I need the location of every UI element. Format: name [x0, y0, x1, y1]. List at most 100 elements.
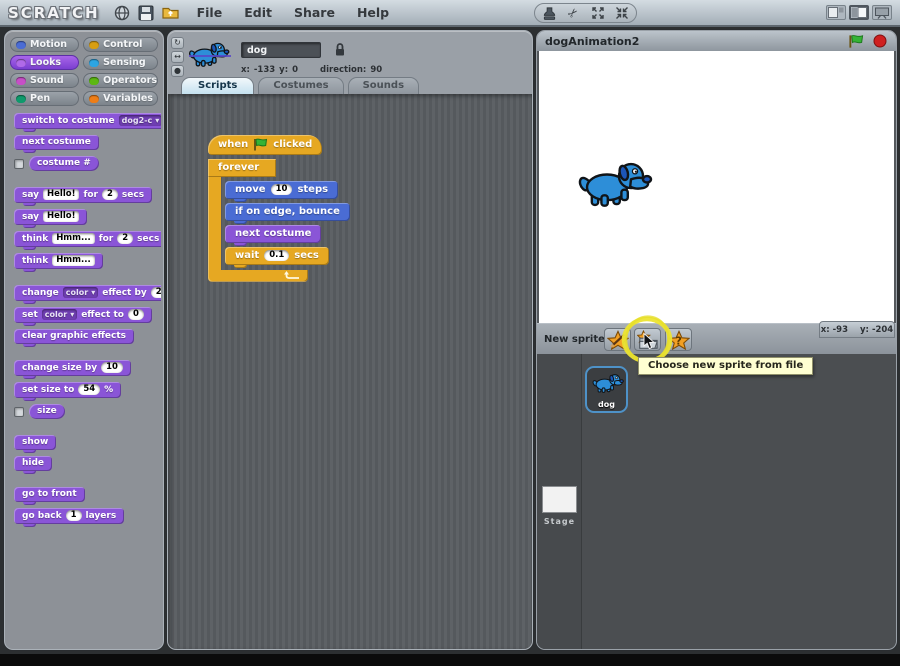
effect-dropdown2[interactable]: color▾: [42, 309, 77, 320]
category-selector: Motion Control Looks Sensing Sound Opera…: [5, 31, 163, 112]
script-editor-panel: ↻ ↔ ● dog x:-133 y:0 direction:90 Script…: [167, 30, 533, 650]
hide-block[interactable]: hide: [14, 456, 52, 471]
size-checkbox[interactable]: [14, 407, 24, 417]
size-amount-input[interactable]: 10: [101, 362, 123, 373]
show-block[interactable]: show: [14, 435, 56, 450]
choose-sprite-from-file-button[interactable]: [634, 328, 661, 351]
think-secs-input[interactable]: 2: [117, 233, 133, 244]
go-to-front-block[interactable]: go to front: [14, 487, 85, 502]
stage-canvas[interactable]: [539, 51, 894, 323]
view-mode-buttons: [826, 5, 892, 20]
script-stack: when clicked forever move10steps if on e…: [208, 132, 350, 282]
green-flag-icon: [253, 138, 268, 151]
category-sound[interactable]: Sound: [10, 73, 79, 88]
category-looks[interactable]: Looks: [10, 55, 79, 70]
dog-sprite-on-stage[interactable]: [575, 156, 655, 209]
sprite-position-readout: x:-133 y:0 direction:90: [241, 65, 382, 75]
effect-dropdown[interactable]: color▾: [63, 287, 98, 298]
project-title: dogAnimation2: [545, 35, 840, 48]
rotation-style-buttons: ↻ ↔ ●: [171, 37, 184, 77]
size-value-input[interactable]: 54: [78, 384, 100, 395]
rotate-freely-icon[interactable]: ↻: [171, 37, 184, 49]
sprite-thumbnail: [187, 39, 233, 69]
presentation-mode-button[interactable]: [872, 5, 892, 20]
lock-icon[interactable]: [334, 42, 346, 61]
size-reporter[interactable]: size: [29, 404, 65, 419]
sprite-name-field[interactable]: dog: [241, 42, 321, 58]
duplicate-stamp-icon[interactable]: [540, 5, 559, 21]
say-block[interactable]: sayHello!: [14, 209, 87, 225]
scripts-workspace[interactable]: when clicked forever move10steps if on e…: [168, 94, 532, 649]
category-sensing[interactable]: Sensing: [83, 55, 158, 70]
wait-secs-block[interactable]: wait0.1secs: [225, 247, 329, 265]
stage-thumbnail[interactable]: [542, 486, 577, 513]
change-size-block[interactable]: change size by10: [14, 360, 131, 376]
switch-to-costume-block[interactable]: switch to costumedog2-c▾: [14, 113, 161, 129]
scratch-window: SCRATCH File Edit Share Help ✂: [0, 0, 900, 666]
set-effect-block[interactable]: setcolor▾effect to0: [14, 307, 152, 323]
surprise-sprite-button[interactable]: ?: [665, 328, 692, 351]
think-text-input[interactable]: Hmm...: [52, 233, 95, 244]
think-for-secs-block[interactable]: thinkHmm...for2secs: [14, 231, 161, 247]
paint-new-sprite-button[interactable]: [604, 328, 631, 351]
next-costume-block[interactable]: next costume: [14, 135, 99, 150]
costume-number-reporter[interactable]: costume #: [29, 156, 99, 171]
control-color-pill: [89, 41, 99, 49]
tab-sounds[interactable]: Sounds: [348, 77, 419, 95]
menu-file[interactable]: File: [197, 5, 223, 20]
costume-dropdown[interactable]: dog2-c▾: [119, 115, 161, 126]
stage-label: Stage: [537, 517, 582, 526]
stop-button[interactable]: [872, 34, 888, 49]
category-motion[interactable]: Motion: [10, 37, 79, 52]
say-for-secs-block[interactable]: sayHello!for2secs: [14, 187, 152, 203]
clear-graphic-effects-block[interactable]: clear graphic effects: [14, 329, 134, 344]
when-green-flag-clicked-block[interactable]: when clicked: [208, 135, 322, 155]
pen-color-pill: [16, 95, 26, 103]
go-back-layers-block[interactable]: go back1layers: [14, 508, 124, 524]
motion-color-pill: [16, 41, 26, 49]
set-size-block[interactable]: set size to54%: [14, 382, 121, 398]
category-control[interactable]: Control: [83, 37, 158, 52]
menu-edit[interactable]: Edit: [244, 5, 272, 20]
if-on-edge-bounce-block[interactable]: if on edge, bounce: [225, 203, 350, 221]
say-text-input[interactable]: Hello!: [43, 189, 79, 200]
think-text-input2[interactable]: Hmm...: [52, 255, 95, 266]
open-project-folder-icon[interactable]: [162, 4, 179, 21]
costume-number-checkbox[interactable]: [14, 159, 24, 169]
no-rotate-icon[interactable]: ●: [171, 65, 184, 77]
dog-sprite-tile[interactable]: dog: [585, 366, 628, 413]
layers-input[interactable]: 1: [66, 510, 82, 521]
language-globe-icon[interactable]: [114, 4, 131, 21]
category-variables[interactable]: Variables: [83, 91, 158, 106]
next-costume-script-block[interactable]: next costume: [225, 225, 321, 243]
think-block[interactable]: thinkHmm...: [14, 253, 103, 269]
say-text-input2[interactable]: Hello!: [43, 211, 79, 222]
wait-secs-input[interactable]: 0.1: [264, 250, 289, 261]
category-operators[interactable]: Operators: [83, 73, 158, 88]
green-flag-button[interactable]: [848, 34, 864, 49]
direction-line: [189, 55, 231, 57]
shrink-sprite-icon[interactable]: [612, 5, 631, 21]
small-stage-view-button[interactable]: [826, 5, 846, 20]
save-icon[interactable]: [138, 4, 155, 21]
steps-input[interactable]: 10: [271, 184, 293, 195]
tab-costumes[interactable]: Costumes: [258, 77, 343, 95]
tab-scripts[interactable]: Scripts: [181, 77, 254, 95]
say-secs-input[interactable]: 2: [102, 189, 118, 200]
looks-block-palette: switch to costumedog2-c▾ next costume co…: [14, 113, 161, 645]
category-pen[interactable]: Pen: [10, 91, 79, 106]
change-effect-block[interactable]: changecolor▾effect by25: [14, 285, 161, 301]
dog-sprite-name: dog: [587, 400, 626, 409]
rotate-left-right-icon[interactable]: ↔: [171, 51, 184, 63]
menu-share[interactable]: Share: [294, 5, 335, 20]
effect-value-input[interactable]: 0: [128, 309, 144, 320]
scissors-delete-icon[interactable]: ✂: [564, 5, 583, 21]
normal-stage-view-button[interactable]: [849, 5, 869, 20]
stage-title-bar: dogAnimation2: [537, 31, 896, 51]
move-steps-block[interactable]: move10steps: [225, 181, 338, 199]
menu-help[interactable]: Help: [357, 5, 389, 20]
forever-block[interactable]: forever move10steps if on edge, bounce n…: [208, 155, 350, 282]
grow-sprite-icon[interactable]: [588, 5, 607, 21]
loop-arrow-icon: [284, 271, 300, 281]
effect-amount-input[interactable]: 25: [151, 287, 161, 298]
